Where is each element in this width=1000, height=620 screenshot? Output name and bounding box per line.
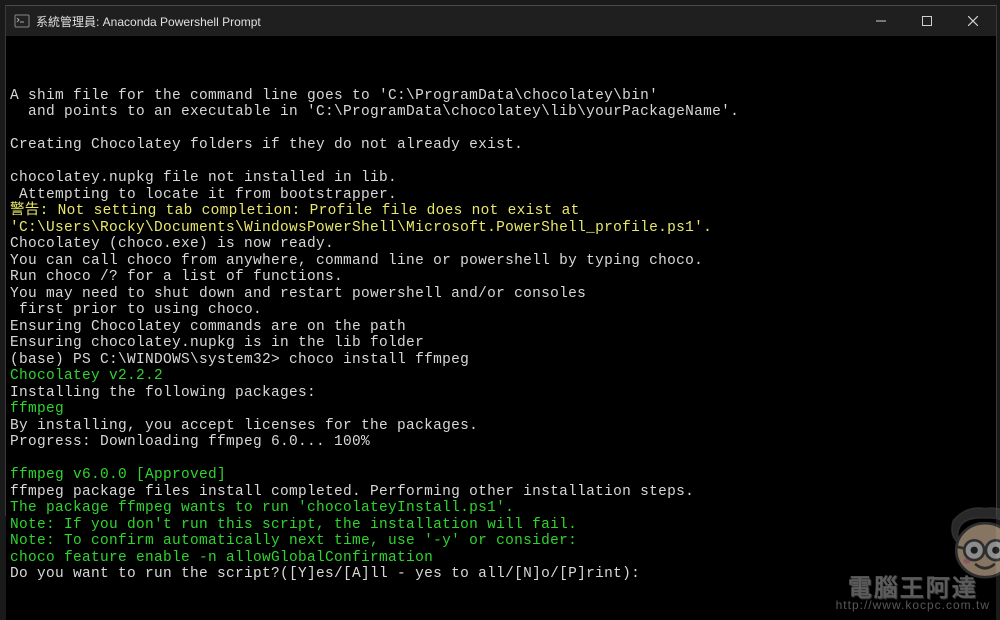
terminal-line: Installing the following packages: xyxy=(10,385,992,402)
terminal-text: Note: To confirm automatically next time… xyxy=(10,533,577,549)
terminal-text: The package ffmpeg wants to run 'chocola… xyxy=(10,500,514,516)
terminal-line xyxy=(10,154,992,171)
terminal-text: Attempting to locate it from bootstrappe… xyxy=(10,187,397,203)
minimize-button[interactable] xyxy=(858,6,904,36)
terminal-line: and points to an executable in 'C:\Progr… xyxy=(10,104,992,121)
titlebar[interactable]: 系統管理員: Anaconda Powershell Prompt xyxy=(6,6,996,36)
terminal-line: Ensuring chocolatey.nupkg is in the lib … xyxy=(10,335,992,352)
terminal-text: 警告: Not setting tab completion: Profile … xyxy=(10,203,580,219)
terminal-line: Run choco /? for a list of functions. xyxy=(10,269,992,286)
terminal-text: You may need to shut down and restart po… xyxy=(10,286,586,302)
terminal-text: Ensuring chocolatey.nupkg is in the lib … xyxy=(10,335,424,351)
terminal-text: ffmpeg v6.0.0 [Approved] xyxy=(10,467,226,483)
terminal-line: chocolatey.nupkg file not installed in l… xyxy=(10,170,992,187)
terminal-output[interactable]: A shim file for the command line goes to… xyxy=(6,36,996,620)
window-title: 系統管理員: Anaconda Powershell Prompt xyxy=(36,13,261,30)
terminal-text: By installing, you accept licenses for t… xyxy=(10,418,478,434)
terminal-text: Do you want to run the script?([Y]es/[A]… xyxy=(10,566,640,582)
terminal-line: Progress: Downloading ffmpeg 6.0... 100% xyxy=(10,434,992,451)
terminal-line: Chocolatey (choco.exe) is now ready. xyxy=(10,236,992,253)
terminal-text: and points to an executable in 'C:\Progr… xyxy=(10,104,739,120)
terminal-line: first prior to using choco. xyxy=(10,302,992,319)
close-button[interactable] xyxy=(950,6,996,36)
terminal-text: first prior to using choco. xyxy=(10,302,262,318)
terminal-line: ffmpeg package files install completed. … xyxy=(10,484,992,501)
terminal-text: (base) PS C:\WINDOWS\system32> xyxy=(10,352,289,368)
app-icon xyxy=(14,13,30,29)
terminal-line: choco feature enable -n allowGlobalConfi… xyxy=(10,550,992,567)
terminal-text: Progress: Downloading ffmpeg 6.0... 100% xyxy=(10,434,370,450)
terminal-line xyxy=(10,451,992,468)
terminal-line: Chocolatey v2.2.2 xyxy=(10,368,992,385)
terminal-line: Do you want to run the script?([Y]es/[A]… xyxy=(10,566,992,583)
terminal-text: choco install ffmpeg xyxy=(289,352,469,368)
terminal-line: 警告: Not setting tab completion: Profile … xyxy=(10,203,992,220)
watermark-text: 電腦王阿達 xyxy=(848,581,978,598)
terminal-line: Creating Chocolatey folders if they do n… xyxy=(10,137,992,154)
terminal-text: choco feature enable -n allowGlobalConfi… xyxy=(10,550,433,566)
terminal-line: Attempting to locate it from bootstrappe… xyxy=(10,187,992,204)
terminal-line xyxy=(10,121,992,138)
terminal-text: Installing the following packages: xyxy=(10,385,316,401)
terminal-line: Note: To confirm automatically next time… xyxy=(10,533,992,550)
window-frame: 系統管理員: Anaconda Powershell Prompt A shim… xyxy=(5,5,997,516)
terminal-line: 'C:\Users\Rocky\Documents\WindowsPowerSh… xyxy=(10,220,992,237)
terminal-line: ffmpeg v6.0.0 [Approved] xyxy=(10,467,992,484)
terminal-line: By installing, you accept licenses for t… xyxy=(10,418,992,435)
terminal-text: Run choco /? for a list of functions. xyxy=(10,269,343,285)
terminal-text: 'C:\Users\Rocky\Documents\WindowsPowerSh… xyxy=(10,220,712,236)
terminal-line: You can call choco from anywhere, comman… xyxy=(10,253,992,270)
terminal-line: The package ffmpeg wants to run 'chocola… xyxy=(10,500,992,517)
terminal-text: Ensuring Chocolatey commands are on the … xyxy=(10,319,406,335)
terminal-text: chocolatey.nupkg file not installed in l… xyxy=(10,170,397,186)
terminal-text: ffmpeg package files install completed. … xyxy=(10,484,694,500)
watermark-url: http://www.kocpc.com.tw xyxy=(836,597,990,614)
terminal-line: (base) PS C:\WINDOWS\system32> choco ins… xyxy=(10,352,992,369)
terminal-line: A shim file for the command line goes to… xyxy=(10,88,992,105)
terminal-line: ffmpeg xyxy=(10,401,992,418)
terminal-line: You may need to shut down and restart po… xyxy=(10,286,992,303)
terminal-text: Chocolatey (choco.exe) is now ready. xyxy=(10,236,334,252)
terminal-line: Ensuring Chocolatey commands are on the … xyxy=(10,319,992,336)
terminal-text: Chocolatey v2.2.2 xyxy=(10,368,163,384)
terminal-text: ffmpeg xyxy=(10,401,64,417)
terminal-text: You can call choco from anywhere, comman… xyxy=(10,253,703,269)
terminal-text: Creating Chocolatey folders if they do n… xyxy=(10,137,523,153)
terminal-text: A shim file for the command line goes to… xyxy=(10,88,658,104)
maximize-button[interactable] xyxy=(904,6,950,36)
